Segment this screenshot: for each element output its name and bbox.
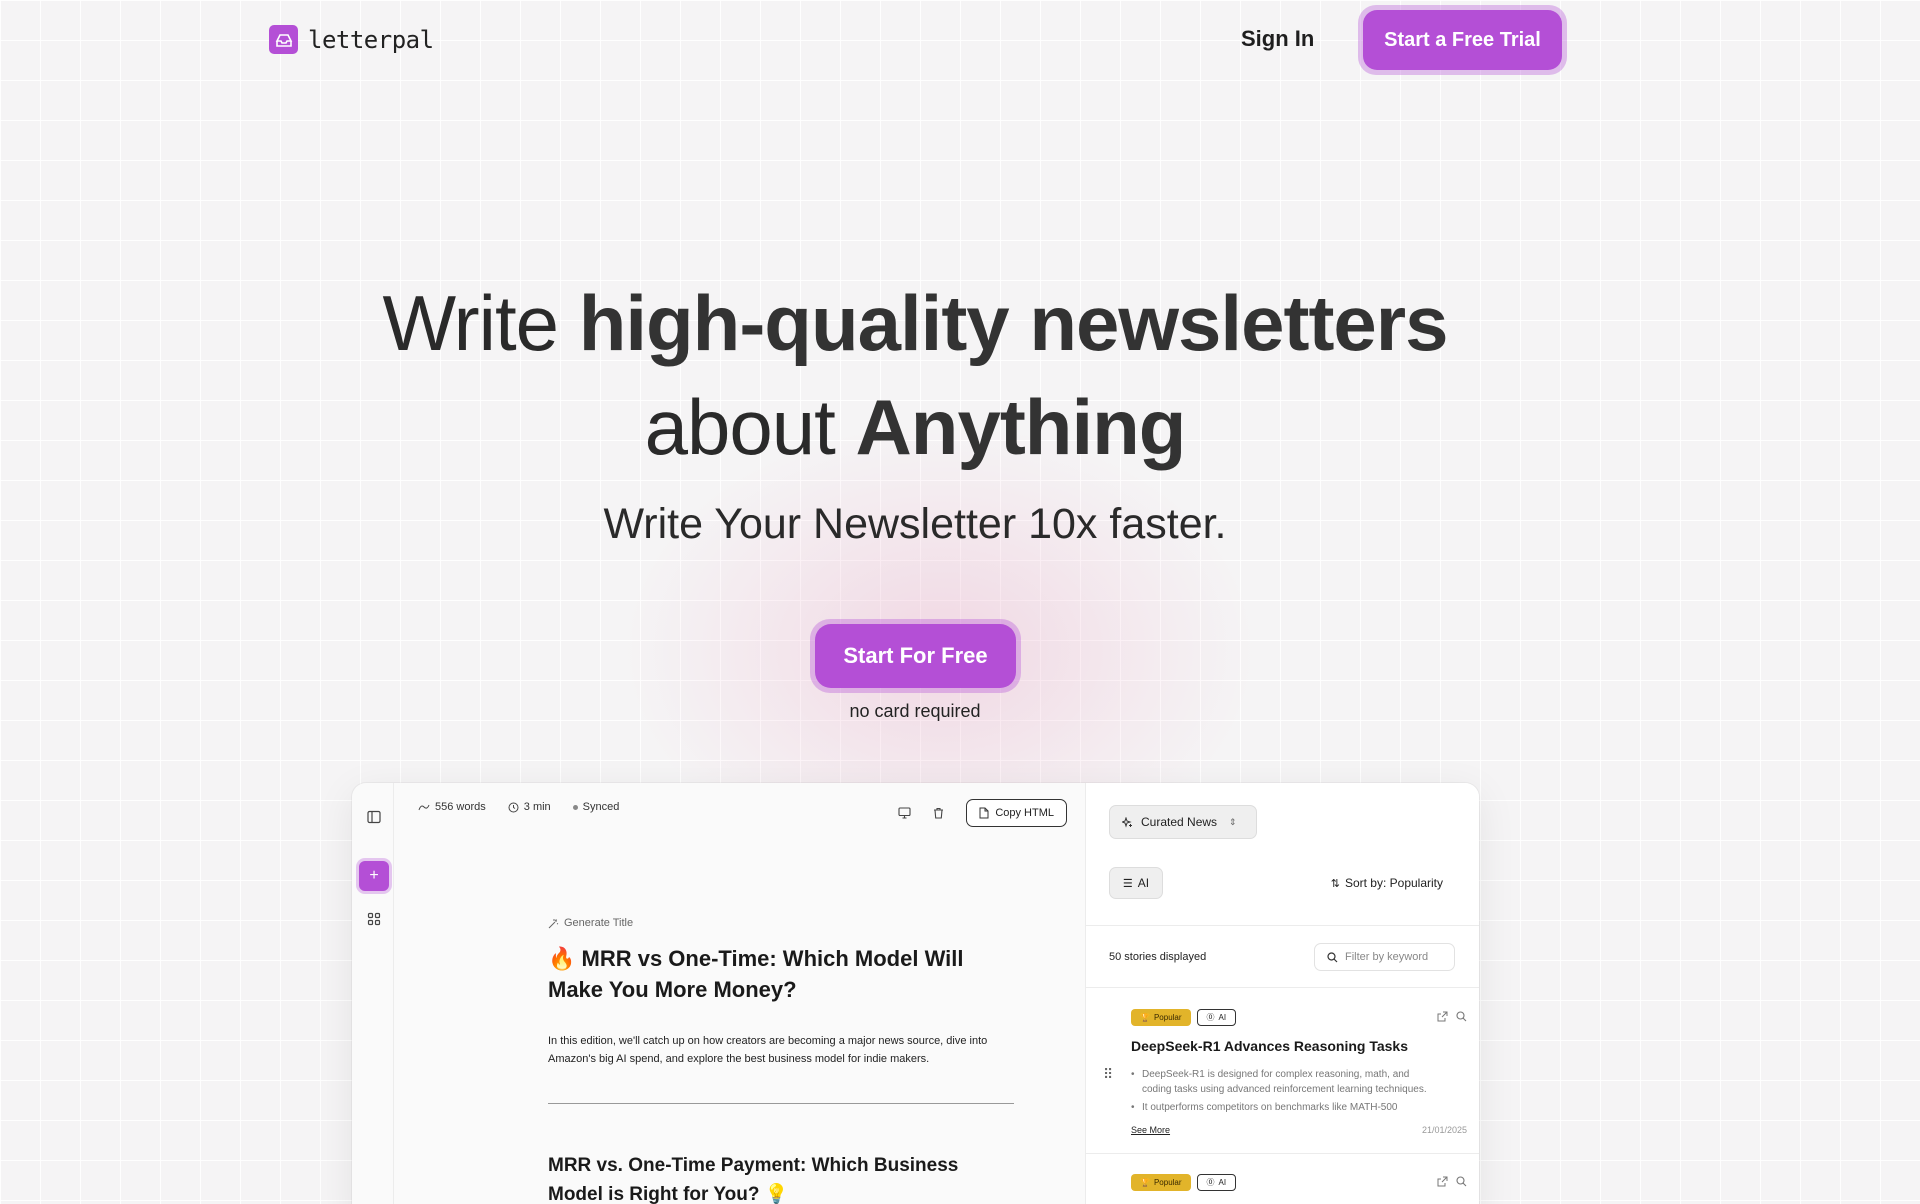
drag-handle-icon[interactable]: ⠿ [1103, 1066, 1113, 1083]
copy-html-button[interactable]: Copy HTML [966, 799, 1067, 827]
hero-headline-bold-2: Anything [855, 383, 1186, 471]
story-badges: 🏆 Popular ⓪ AI [1131, 1174, 1237, 1191]
popular-badge: 🏆 Popular [1131, 1009, 1191, 1026]
hero-headline-plain-1: Write [382, 279, 579, 367]
sort-icon: ⇅ [1330, 877, 1340, 890]
sidebar-toggle-icon[interactable] [367, 810, 381, 824]
post-title[interactable]: 🔥 MRR vs One-Time: Which Model Will Make… [548, 943, 998, 1005]
stories-count: 50 stories displayed [1109, 951, 1207, 963]
sign-in-link[interactable]: Sign In [1241, 26, 1314, 52]
chip-icon: ⓪ [1206, 1178, 1215, 1187]
story-summary: DeepSeek-R1 is designed for complex reas… [1131, 1067, 1436, 1118]
trophy-icon: 🏆 [1140, 1013, 1150, 1022]
status-dot-icon [572, 804, 578, 810]
panel-divider [1086, 987, 1479, 988]
editor-actions: Copy HTML [898, 799, 1067, 827]
sort-control[interactable]: ⇅ Sort by: Popularity [1331, 876, 1443, 890]
start-free-trial-button[interactable]: Start a Free Trial [1358, 5, 1567, 75]
popular-badge-label: Popular [1153, 1178, 1182, 1187]
keyword-filter-placeholder: Filter by keyword [1345, 951, 1429, 963]
logo-text: letterpal [308, 25, 434, 54]
start-for-free-button[interactable]: Start For Free [810, 619, 1021, 693]
start-for-free-label: Start For Free [815, 624, 1016, 688]
topic-badge-label: AI [1218, 1013, 1227, 1022]
list-icon: ☰ [1122, 877, 1133, 890]
see-more-link[interactable]: See More [1131, 1125, 1170, 1135]
popular-badge: 🏆 Popular [1131, 1174, 1191, 1191]
sync-status: Synced [572, 801, 620, 813]
story-actions [1437, 1176, 1467, 1187]
search-icon[interactable] [1456, 1011, 1467, 1022]
story-badges: 🏆 Popular ⓪ AI [1131, 1009, 1237, 1026]
panel-divider [1086, 1153, 1479, 1154]
story-bullet: It outperforms competitors on benchmarks… [1131, 1100, 1436, 1115]
news-panel: Curated News ⇕ ☰ AI ⇅ Sort by: Popularit… [1085, 783, 1479, 1204]
read-time: 3 min [508, 801, 551, 813]
hero-headline-line2: about Anything [0, 382, 1830, 473]
blocks-grid-icon[interactable] [367, 912, 381, 926]
word-count: 556 words [418, 801, 486, 813]
external-link-icon[interactable] [1437, 1011, 1448, 1022]
search-icon[interactable] [1456, 1176, 1467, 1187]
copy-html-label: Copy HTML [995, 807, 1054, 819]
topic-badge: ⓪ AI [1196, 1009, 1237, 1026]
start-free-trial-label: Start a Free Trial [1363, 10, 1562, 70]
external-link-icon[interactable] [1437, 1176, 1448, 1187]
editor-rail: + [352, 783, 394, 1204]
app-preview: + 556 words 3 min Synced Copy HTML Gener… [352, 783, 1479, 1204]
popular-badge-label: Popular [1153, 1013, 1182, 1022]
story-bullet: DeepSeek-R1 is designed for complex reas… [1131, 1067, 1436, 1097]
hero-headline-plain-2: about [644, 383, 856, 471]
story-title: DeepSeek-R1 Advances Reasoning Tasks [1131, 1038, 1409, 1054]
topic-filter-button[interactable]: ☰ AI [1109, 867, 1163, 899]
word-count-icon [418, 804, 430, 811]
magic-wand-icon [548, 918, 559, 928]
topic-filter-label: AI [1137, 876, 1150, 890]
clock-icon [508, 802, 519, 812]
logo[interactable]: letterpal [269, 25, 434, 54]
story-actions [1437, 1011, 1467, 1022]
content-divider [548, 1103, 1014, 1104]
read-time-text: 3 min [523, 801, 551, 813]
chip-icon: ⓪ [1206, 1013, 1215, 1022]
hero-headline-line1: Write high-quality newsletters [0, 278, 1830, 369]
chevron-up-down-icon: ⇕ [1229, 816, 1237, 827]
add-block-button[interactable]: + [359, 861, 389, 891]
logo-mark-icon [269, 25, 298, 54]
file-icon [979, 807, 989, 819]
topic-badge-label: AI [1218, 1178, 1227, 1187]
section-title[interactable]: MRR vs. One-Time Payment: Which Business… [548, 1151, 998, 1204]
sort-label: Sort by: Popularity [1344, 876, 1443, 890]
generate-title-button[interactable]: Generate Title [548, 917, 633, 929]
top-nav: letterpal Sign In Start a Free Trial [0, 0, 1920, 80]
no-card-note: no card required [849, 701, 981, 721]
news-source-select[interactable]: Curated News ⇕ [1109, 805, 1257, 839]
hero-subhead: Write Your Newsletter 10x faster. [603, 500, 1227, 548]
news-source-label: Curated News [1141, 815, 1218, 829]
editor-status-bar: 556 words 3 min Synced [418, 801, 619, 813]
word-count-text: 556 words [435, 801, 486, 813]
topic-badge: ⓪ AI [1196, 1174, 1237, 1191]
trash-icon[interactable] [933, 807, 944, 819]
post-intro[interactable]: In this edition, we'll catch up on how c… [548, 1032, 1028, 1068]
trophy-icon: 🏆 [1140, 1178, 1150, 1187]
hero-headline-bold-1: high-quality newsletters [578, 279, 1449, 367]
story-date: 21/01/2025 [1421, 1125, 1467, 1135]
search-icon [1327, 951, 1338, 962]
plus-icon: + [369, 867, 379, 884]
keyword-filter-input[interactable]: Filter by keyword [1314, 943, 1455, 971]
sparkles-icon [1122, 816, 1132, 828]
editor-pane: 556 words 3 min Synced Copy HTML Generat… [394, 783, 1085, 1204]
panel-divider [1086, 925, 1479, 926]
preview-desktop-icon[interactable] [898, 807, 911, 819]
generate-title-label: Generate Title [564, 917, 634, 929]
sync-status-text: Synced [582, 801, 620, 813]
